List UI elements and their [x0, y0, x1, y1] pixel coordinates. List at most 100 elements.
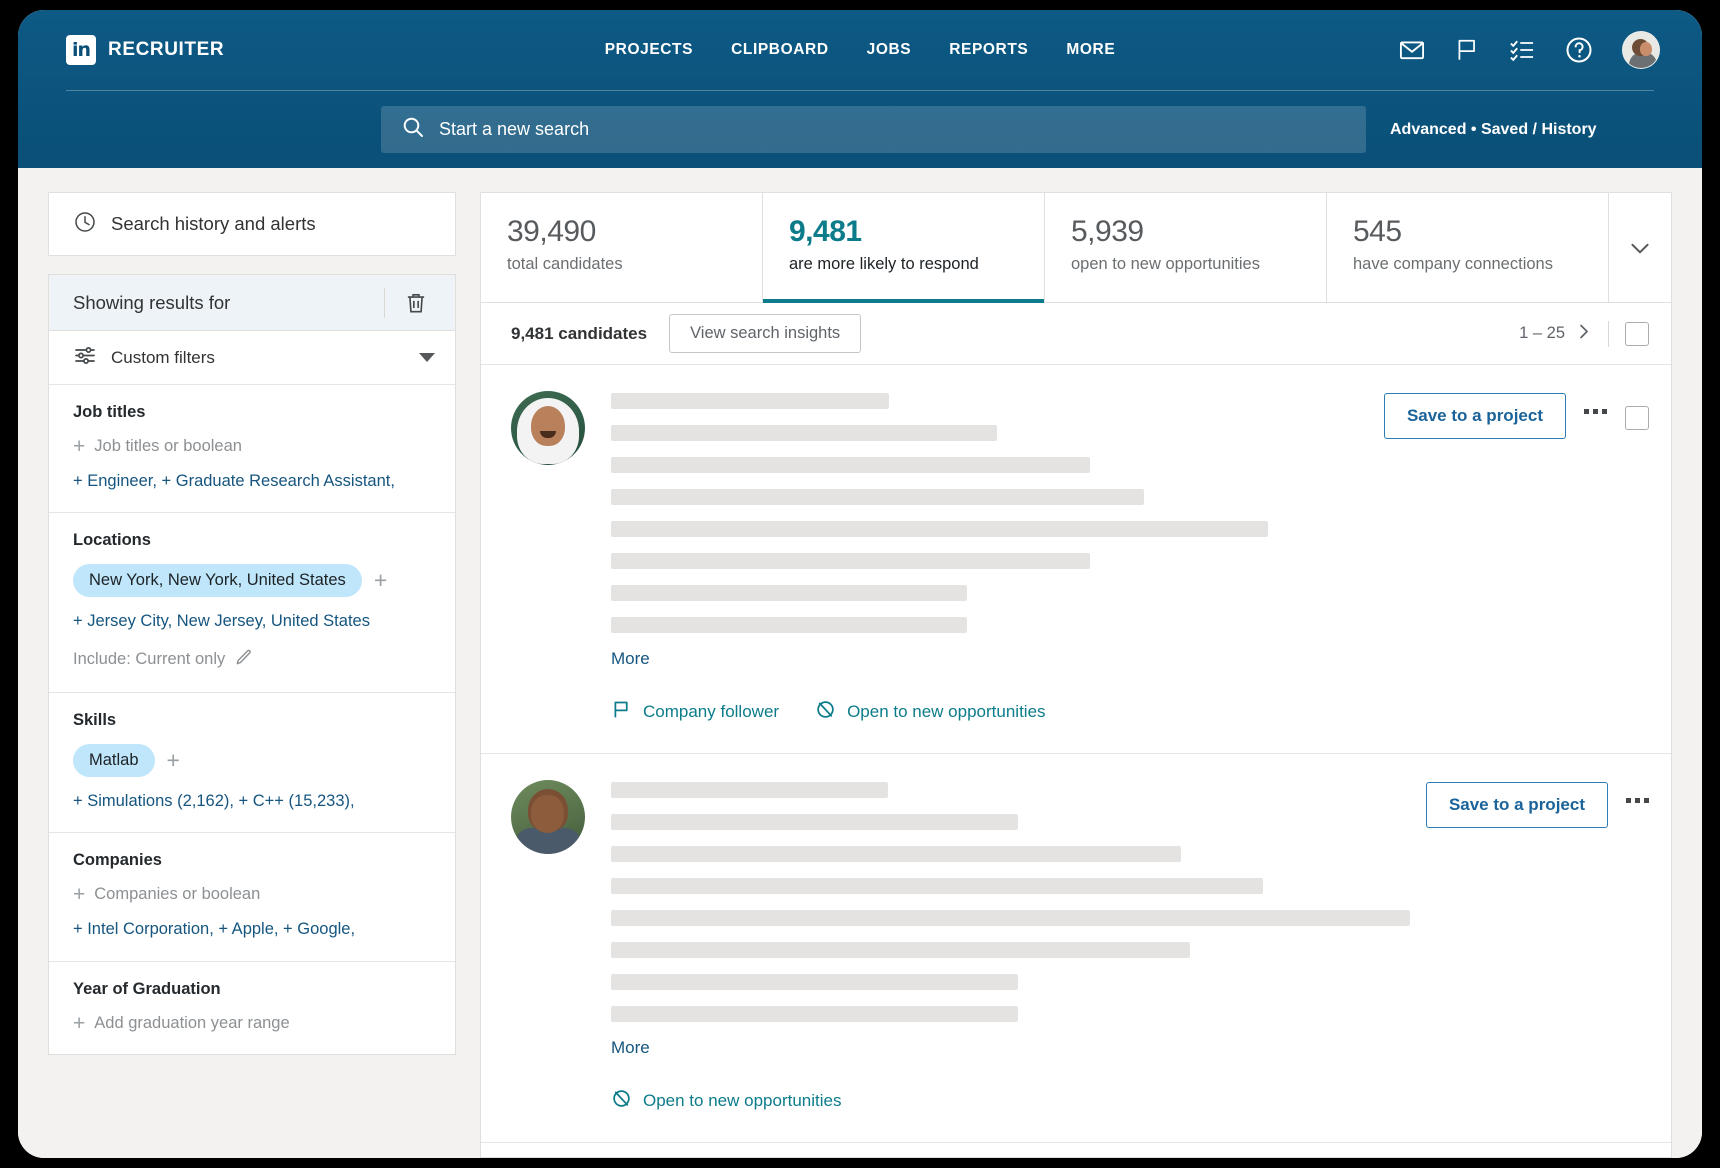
- add-skill-icon[interactable]: +: [167, 749, 180, 772]
- nav-link-more[interactable]: MORE: [1066, 41, 1115, 59]
- clock-icon: [73, 210, 97, 239]
- candidate-badges: Company follower Open to new opportuniti…: [611, 699, 1384, 753]
- pagination-range: 1 – 25: [1519, 324, 1565, 343]
- candidate-photo[interactable]: [511, 391, 585, 465]
- nav-icon-group: [1398, 31, 1660, 69]
- chevron-down-icon[interactable]: [419, 353, 435, 362]
- redacted-line: [611, 617, 967, 633]
- clear-filters-button[interactable]: [385, 290, 435, 316]
- badge-company-follower[interactable]: Company follower: [611, 699, 779, 725]
- locations-pill-row: New York, New York, United States +: [73, 564, 431, 597]
- view-search-insights-button[interactable]: View search insights: [669, 314, 861, 353]
- more-options-icon[interactable]: [1626, 782, 1649, 803]
- avatar[interactable]: [1622, 31, 1660, 69]
- brand[interactable]: in RECRUITER: [66, 35, 224, 65]
- custom-filters-row[interactable]: Custom filters: [49, 331, 455, 385]
- location-pill[interactable]: New York, New York, United States: [73, 564, 362, 597]
- job-titles-suggestions[interactable]: + Engineer, + Graduate Research Assistan…: [73, 471, 431, 492]
- redacted-line: [611, 425, 997, 441]
- custom-filters-label: Custom filters: [111, 348, 215, 368]
- candidate-badges: Open to new opportunities: [611, 1088, 1426, 1142]
- section-title: Year of Graduation: [73, 980, 431, 999]
- graduation-year-input[interactable]: + Add graduation year range: [73, 1013, 431, 1034]
- job-titles-input[interactable]: + Job titles or boolean: [73, 436, 431, 457]
- redacted-line: [611, 585, 967, 601]
- filter-section-companies: Companies + Companies or boolean + Intel…: [49, 833, 455, 961]
- nav-link-jobs[interactable]: JOBS: [867, 41, 912, 59]
- nav-link-clipboard[interactable]: CLIPBOARD: [731, 41, 829, 59]
- checklist-icon[interactable]: [1508, 36, 1536, 64]
- more-link[interactable]: More: [611, 649, 1384, 669]
- stat-value: 545: [1353, 215, 1608, 249]
- flag-icon: [611, 699, 632, 725]
- graduation-year-placeholder: Add graduation year range: [94, 1014, 289, 1033]
- photo-shape-face: [531, 795, 564, 833]
- search-input[interactable]: Start a new search: [381, 106, 1366, 153]
- more-options-icon[interactable]: [1584, 393, 1607, 414]
- plus-icon: +: [73, 884, 85, 905]
- stat-tab-open-to-opportunities[interactable]: 5,939 open to new opportunities: [1045, 193, 1327, 302]
- badge-label: Company follower: [643, 702, 779, 722]
- search-advanced-links[interactable]: Advanced • Saved / History: [1390, 121, 1597, 139]
- candidate-photo[interactable]: [511, 780, 585, 854]
- mail-icon[interactable]: [1398, 36, 1426, 64]
- search-history-and-alerts[interactable]: Search history and alerts: [48, 192, 456, 256]
- save-to-project-button[interactable]: Save to a project: [1384, 393, 1566, 439]
- candidate-row[interactable]: More Company follower: [481, 365, 1671, 754]
- candidate-checkbox[interactable]: [1625, 406, 1649, 430]
- badge-open-to-opportunities[interactable]: Open to new opportunities: [815, 699, 1045, 725]
- chevron-right-icon[interactable]: [1575, 323, 1592, 345]
- skill-pill[interactable]: Matlab: [73, 744, 155, 777]
- candidate-details: More Company follower: [611, 391, 1384, 753]
- stat-value: 9,481: [789, 215, 1044, 249]
- search-placeholder: Start a new search: [439, 119, 589, 140]
- stat-label: open to new opportunities: [1071, 255, 1326, 274]
- filter-section-skills: Skills Matlab + + Simulations (2,162), +…: [49, 693, 455, 833]
- candidate-details: More Open to new opportunities: [611, 780, 1426, 1142]
- companies-input[interactable]: + Companies or boolean: [73, 884, 431, 905]
- search-history-label: Search history and alerts: [111, 213, 316, 235]
- stats-tabs: 39,490 total candidates 9,481 are more l…: [481, 193, 1671, 303]
- skills-suggestions[interactable]: + Simulations (2,162), + C++ (15,233),: [73, 791, 431, 812]
- filters-header: Showing results for: [49, 275, 455, 331]
- expand-stats-button[interactable]: [1609, 193, 1671, 302]
- flag-icon[interactable]: [1454, 36, 1480, 64]
- section-title: Locations: [73, 531, 431, 550]
- stat-tab-company-connections[interactable]: 545 have company connections: [1327, 193, 1609, 302]
- candidate-actions: Save to a project: [1426, 780, 1649, 1142]
- photo-shape-face: [531, 406, 565, 446]
- more-link[interactable]: More: [611, 1038, 1426, 1058]
- nav-link-reports[interactable]: REPORTS: [949, 41, 1028, 59]
- brand-name: RECRUITER: [108, 39, 224, 61]
- redacted-line: [611, 910, 1410, 926]
- stat-value: 5,939: [1071, 215, 1326, 249]
- locations-suggestions[interactable]: + Jersey City, New Jersey, United States: [73, 611, 431, 632]
- help-icon[interactable]: [1564, 35, 1594, 65]
- section-title: Companies: [73, 851, 431, 870]
- select-all-checkbox[interactable]: [1625, 322, 1649, 346]
- candidate-count: 9,481 candidates: [511, 324, 647, 344]
- nav-link-projects[interactable]: PROJECTS: [605, 41, 693, 59]
- candidate-row[interactable]: More Open to new opportunities: [481, 754, 1671, 1143]
- redacted-line: [611, 846, 1181, 862]
- stat-tab-total-candidates[interactable]: 39,490 total candidates: [481, 193, 763, 302]
- linkedin-logo-icon: in: [66, 35, 96, 65]
- save-to-project-button[interactable]: Save to a project: [1426, 782, 1608, 828]
- add-location-icon[interactable]: +: [374, 569, 387, 592]
- companies-placeholder: Companies or boolean: [94, 885, 260, 904]
- locations-include-row[interactable]: Include: Current only: [73, 647, 431, 672]
- companies-suggestions[interactable]: + Intel Corporation, + Apple, + Google,: [73, 919, 431, 940]
- plus-icon: +: [73, 436, 85, 457]
- badge-open-to-opportunities[interactable]: Open to new opportunities: [611, 1088, 841, 1114]
- nav-row: in RECRUITER PROJECTS CLIPBOARD JOBS REP…: [18, 10, 1702, 90]
- stat-tab-likely-to-respond[interactable]: 9,481 are more likely to respond: [763, 193, 1045, 302]
- section-title: Job titles: [73, 403, 431, 422]
- sliders-icon: [73, 343, 97, 372]
- toolbar-right: 1 – 25: [1519, 321, 1649, 347]
- primary-nav-links: PROJECTS CLIPBOARD JOBS REPORTS MORE: [605, 41, 1116, 59]
- pagination[interactable]: 1 – 25: [1519, 323, 1592, 345]
- redacted-line: [611, 878, 1263, 894]
- pencil-icon[interactable]: [234, 647, 254, 672]
- filters-card: Showing results for: [48, 274, 456, 1055]
- avatar-face: [1640, 42, 1652, 56]
